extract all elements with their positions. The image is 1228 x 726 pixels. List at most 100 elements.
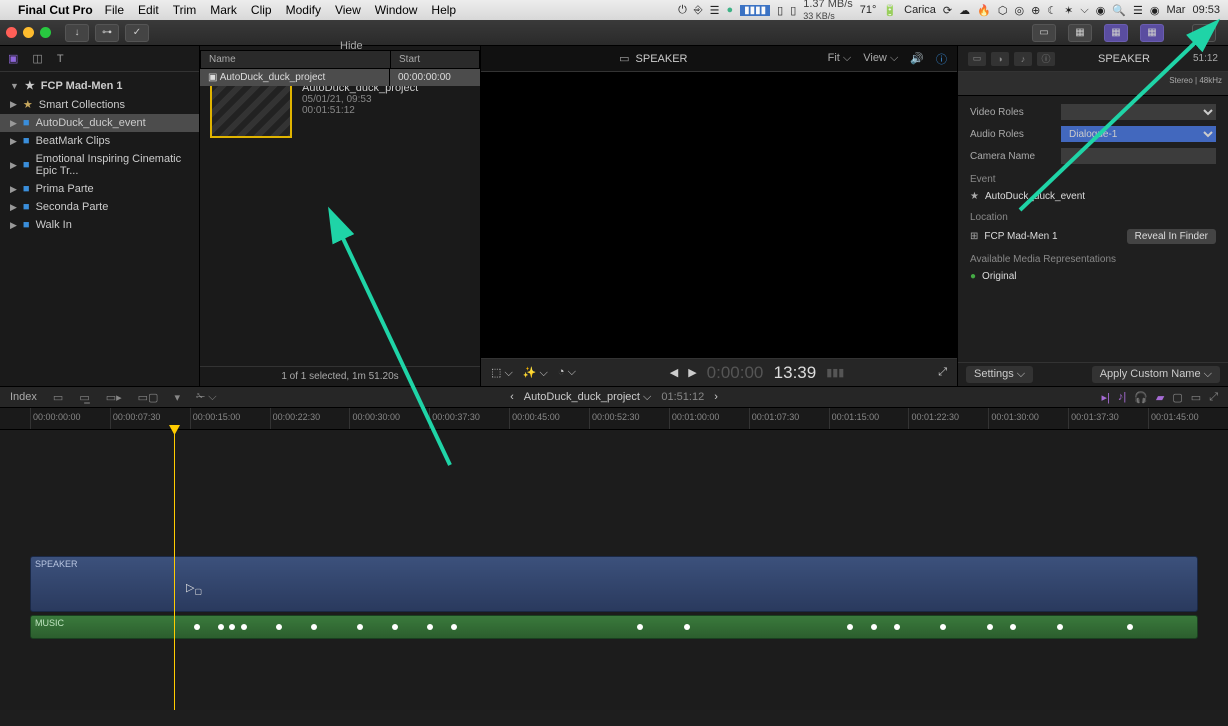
sidebar-item-emotional[interactable]: ▶■Emotional Inspiring Cinematic Epic Tr.… bbox=[0, 150, 199, 180]
menu-window[interactable]: Window bbox=[375, 3, 418, 17]
history-back-icon[interactable]: ‹ bbox=[510, 391, 514, 403]
menu-file[interactable]: File bbox=[105, 3, 124, 17]
browser-layout-button[interactable]: ▦ bbox=[1068, 24, 1092, 42]
sidebar-item-autoduck[interactable]: ▶■AutoDuck_duck_event bbox=[0, 114, 199, 132]
notification-icon[interactable]: ◉ bbox=[1150, 4, 1160, 17]
ruler-tick: 00:01:30:00 bbox=[988, 408, 1068, 429]
color-inspector-icon[interactable]: ◑ bbox=[991, 52, 1009, 66]
retime-tool-icon[interactable]: ◔ ⌵ bbox=[558, 366, 576, 379]
apply-custom-name-menu[interactable]: Apply Custom Name ⌵ bbox=[1092, 366, 1220, 383]
keyword-button[interactable]: ⊶ bbox=[95, 24, 119, 42]
list-row[interactable]: ▣ AutoDuck_duck_project 00:00:00:00 bbox=[200, 69, 480, 86]
fullscreen-icon[interactable]: ⤢ bbox=[938, 366, 947, 379]
col-name[interactable]: Name bbox=[201, 51, 391, 68]
skimming-icon[interactable]: ▸| bbox=[1101, 391, 1109, 404]
viewer-canvas[interactable] bbox=[481, 72, 957, 358]
inspector-timecode: 51:12 bbox=[1193, 53, 1218, 64]
step-button[interactable]: ▮▮▮ bbox=[826, 366, 844, 379]
audio-inspector-icon[interactable]: ♪ bbox=[1014, 52, 1032, 66]
library-icon: ⊞ bbox=[970, 231, 978, 242]
timecode-display[interactable]: 0:00:00 13:39 bbox=[707, 363, 817, 383]
close-button[interactable] bbox=[6, 27, 17, 38]
info-icon[interactable]: ⓘ bbox=[936, 51, 947, 67]
clip-appearance-icon[interactable]: ▭ bbox=[1191, 391, 1201, 404]
audio-icon[interactable]: 🔊 bbox=[910, 52, 924, 65]
sidebar-item-smart[interactable]: ▶★Smart Collections bbox=[0, 95, 199, 114]
tools-menu-icon[interactable]: ▾ bbox=[174, 391, 180, 404]
ruler-tick: 00:00:15:00 bbox=[190, 408, 270, 429]
play-button[interactable]: ▶ bbox=[688, 366, 696, 379]
connect-clip-icon[interactable]: ▭ bbox=[53, 391, 63, 404]
audio-roles-label: Audio Roles bbox=[970, 129, 1055, 140]
menu-modify[interactable]: Modify bbox=[286, 3, 321, 17]
settings-menu[interactable]: Settings ⌵ bbox=[966, 366, 1033, 383]
menu-trim[interactable]: Trim bbox=[173, 3, 197, 17]
expand-icon[interactable]: ⤢ bbox=[1209, 391, 1218, 404]
audio-skimming-icon[interactable]: ♪| bbox=[1118, 391, 1126, 404]
viewer-title: SPEAKER bbox=[636, 53, 688, 65]
fit-menu[interactable]: Fit ⌵ bbox=[828, 52, 852, 65]
video-inspector-icon[interactable]: ▭ bbox=[968, 52, 986, 66]
info-inspector-icon[interactable]: ⓘ bbox=[1037, 52, 1055, 66]
solo-icon[interactable]: 🎧 bbox=[1134, 391, 1148, 404]
timeline-project-name[interactable]: AutoDuck_duck_project ⌵ bbox=[524, 391, 652, 404]
menu-view[interactable]: View bbox=[335, 3, 361, 17]
background-tasks-button[interactable]: ✓ bbox=[125, 24, 149, 42]
library-tab-icon[interactable]: ▣ bbox=[8, 52, 18, 65]
overwrite-clip-icon[interactable]: ▭▢ bbox=[138, 391, 159, 404]
timeline-ruler[interactable]: 00:00:00:00 00:00:07:30 00:00:15:00 00:0… bbox=[0, 408, 1228, 430]
insert-clip-icon[interactable]: ▭̲ bbox=[79, 391, 89, 404]
timeline-tracks[interactable]: SPEAKER ▷▢ MUSIC bbox=[0, 430, 1228, 710]
reveal-in-finder-button[interactable]: Reveal In Finder bbox=[1127, 229, 1216, 244]
library-name[interactable]: ▼★ FCP Mad-Men 1 bbox=[0, 76, 199, 95]
playhead[interactable] bbox=[174, 430, 175, 710]
workspace-button[interactable]: ▭ bbox=[1032, 24, 1056, 42]
minimize-button[interactable] bbox=[23, 27, 34, 38]
status-icon: ✶ bbox=[1064, 4, 1073, 17]
clock-time: 09:53 bbox=[1192, 4, 1220, 16]
inspector-panel: ▭ ◑ ♪ ⓘ SPEAKER 51:12 Stereo | 48kHz Vid… bbox=[958, 46, 1228, 386]
menu-help[interactable]: Help bbox=[431, 3, 456, 17]
timeline-layout-button[interactable]: ▦ bbox=[1104, 24, 1128, 42]
history-fwd-icon[interactable]: › bbox=[714, 391, 718, 403]
sidebar-item-prima[interactable]: ▶■Prima Parte bbox=[0, 180, 199, 198]
snapping-icon[interactable]: ▰ bbox=[1156, 391, 1164, 404]
ruler-tick: 00:00:52:30 bbox=[589, 408, 669, 429]
viewer-angle-icon[interactable]: ▭ bbox=[619, 52, 629, 65]
status-icon: ● bbox=[726, 4, 733, 16]
wifi-icon[interactable]: ⌵ bbox=[1080, 4, 1088, 17]
camera-name-input[interactable] bbox=[1061, 148, 1216, 164]
app-name[interactable]: Final Cut Pro bbox=[18, 3, 93, 17]
timeline-view-icon[interactable]: ▢ bbox=[1172, 391, 1182, 404]
menu-edit[interactable]: Edit bbox=[138, 3, 159, 17]
menu-mark[interactable]: Mark bbox=[210, 3, 237, 17]
zoom-button[interactable] bbox=[40, 27, 51, 38]
ruler-tick: 00:00:22:30 bbox=[270, 408, 350, 429]
search-icon[interactable]: 🔍 bbox=[1112, 4, 1126, 17]
status-icon: ◎ bbox=[1014, 4, 1024, 17]
sidebar-item-seconda[interactable]: ▶■Seconda Parte bbox=[0, 198, 199, 216]
music-clip[interactable]: MUSIC bbox=[30, 615, 1198, 639]
import-button[interactable]: ↓ bbox=[65, 24, 89, 42]
enhance-tool-icon[interactable]: ✨ ⌵ bbox=[523, 366, 548, 380]
append-clip-icon[interactable]: ▭▸ bbox=[106, 391, 122, 404]
trim-tool-icon[interactable]: ✁ ⌵ bbox=[196, 390, 217, 404]
titles-tab-icon[interactable]: T bbox=[57, 53, 64, 65]
control-center-icon[interactable]: ☰ bbox=[1133, 4, 1143, 17]
sidebar-item-beatmark[interactable]: ▶■BeatMark Clips bbox=[0, 132, 199, 150]
library-sidebar: ▣ ◫ T ▼★ FCP Mad-Men 1 ▶★Smart Collectio… bbox=[0, 46, 200, 386]
transform-tool-icon[interactable]: ⬚ ⌵ bbox=[491, 366, 513, 380]
index-button[interactable]: Index bbox=[10, 391, 37, 403]
video-roles-select[interactable] bbox=[1061, 104, 1216, 120]
speaker-clip[interactable]: SPEAKER bbox=[30, 556, 1198, 612]
status-icon: ⬡ bbox=[998, 4, 1008, 17]
inspector-layout-button[interactable]: ▦ bbox=[1140, 24, 1164, 42]
view-menu[interactable]: View ⌵ bbox=[863, 52, 898, 65]
audio-roles-select[interactable]: Dialogue-1 bbox=[1061, 126, 1216, 142]
play-back-button[interactable]: ◀ bbox=[670, 366, 678, 379]
share-button[interactable]: ⤴ bbox=[1192, 24, 1216, 42]
photos-tab-icon[interactable]: ◫ bbox=[32, 52, 42, 65]
sidebar-item-walkin[interactable]: ▶■Walk In bbox=[0, 216, 199, 234]
menu-clip[interactable]: Clip bbox=[251, 3, 272, 17]
col-start[interactable]: Start bbox=[391, 51, 479, 68]
